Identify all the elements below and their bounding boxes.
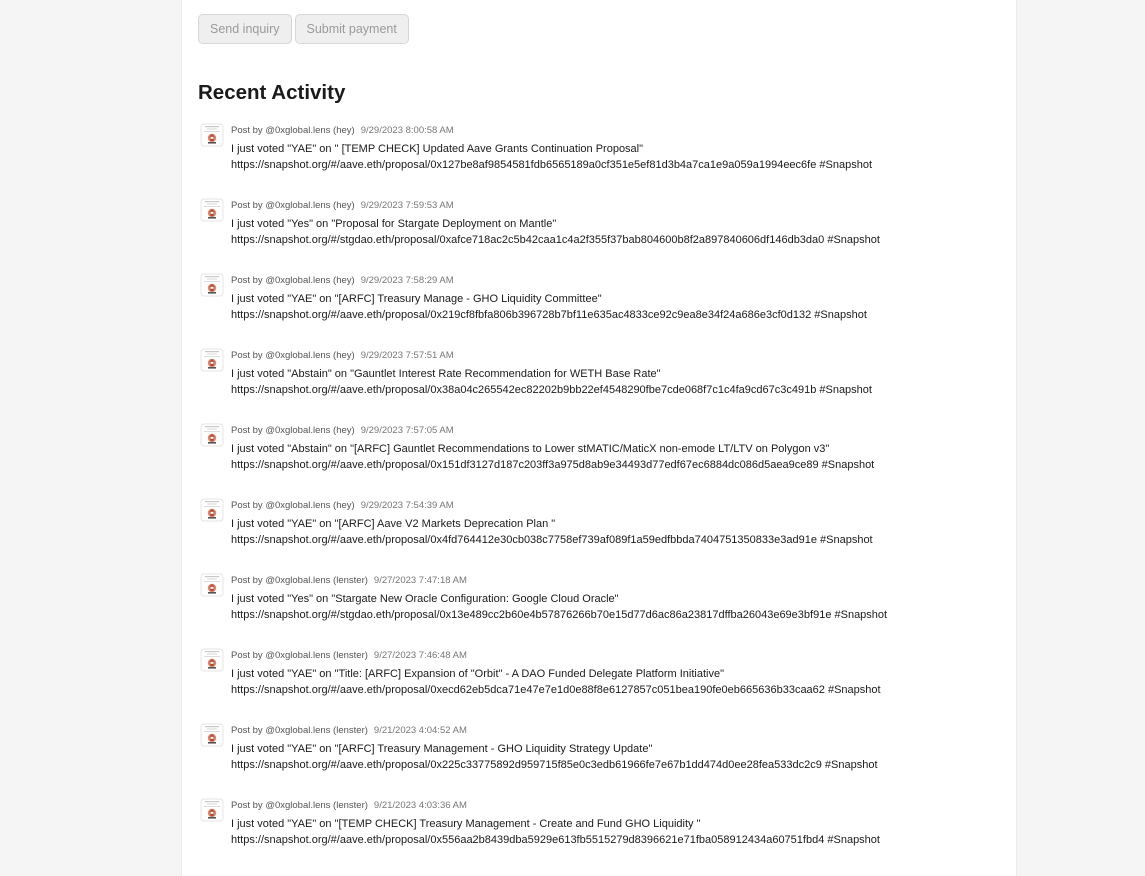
post-meta: Post by @0xglobal.lens (hey) 9/29/2023 7:…	[231, 275, 454, 286]
avatar-icon	[200, 273, 224, 297]
activity-item: Post by @0xglobal.lens (lenster) 9/21/202…	[198, 797, 998, 872]
activity-item: Post by @0xglobal.lens (hey) 9/29/2023 7:…	[198, 422, 998, 497]
post-timestamp: 9/27/2023 7:47:18 AM	[373, 575, 467, 586]
post-timestamp: 9/29/2023 7:57:51 AM	[360, 350, 454, 361]
post-text: I just voted "YAE" on "[ARFC] Aave V2 Ma…	[231, 518, 556, 530]
post-text: I just voted "YAE" on " [TEMP CHECK] Upd…	[231, 143, 644, 155]
post-link[interactable]: https://snapshot.org/#/aave.eth/proposal…	[231, 384, 872, 396]
post-timestamp: 9/29/2023 7:58:29 AM	[360, 275, 454, 286]
post-author[interactable]: Post by @0xglobal.lens (lenster)	[231, 650, 368, 661]
post-text: I just voted "Yes" on "Stargate New Orac…	[231, 593, 619, 605]
post-meta: Post by @0xglobal.lens (hey) 9/29/2023 8:…	[231, 125, 454, 136]
avatar-icon	[200, 723, 224, 747]
post-link[interactable]: https://snapshot.org/#/aave.eth/proposal…	[231, 459, 874, 471]
avatar-icon	[200, 573, 224, 597]
activity-item: Post by @0xglobal.lens (hey) 9/29/2023 7:…	[198, 497, 998, 572]
post-timestamp: 9/29/2023 7:57:05 AM	[360, 425, 454, 436]
activity-item: Post by @0xglobal.lens (hey) 9/29/2023 7:…	[198, 347, 998, 422]
main-panel: Send inquiry Submit payment Recent Activ…	[181, 0, 1017, 876]
post-link[interactable]: https://snapshot.org/#/aave.eth/proposal…	[231, 309, 867, 321]
activity-item: Post by @0xglobal.lens (lenster) 9/21/202…	[198, 722, 998, 797]
post-author[interactable]: Post by @0xglobal.lens (lenster)	[231, 800, 368, 811]
post-meta: Post by @0xglobal.lens (hey) 9/29/2023 7:…	[231, 500, 454, 511]
post-timestamp: 9/29/2023 7:59:53 AM	[360, 200, 454, 211]
post-text: I just voted "YAE" on "[ARFC] Treasury M…	[231, 743, 653, 755]
avatar-icon	[200, 798, 224, 822]
post-timestamp: 9/21/2023 4:03:36 AM	[373, 800, 467, 811]
post-author[interactable]: Post by @0xglobal.lens (lenster)	[231, 575, 368, 586]
activity-item: Post by @0xglobal.lens (hey) 9/29/2023 7:…	[198, 197, 998, 272]
activity-list: Post by @0xglobal.lens (hey) 9/29/2023 8:…	[198, 122, 998, 872]
avatar-icon	[200, 498, 224, 522]
post-text: I just voted "Yes" on "Proposal for Star…	[231, 218, 557, 230]
activity-item: Post by @0xglobal.lens (lenster) 9/27/202…	[198, 647, 998, 722]
activity-item: Post by @0xglobal.lens (hey) 9/29/2023 7:…	[198, 272, 998, 347]
post-meta: Post by @0xglobal.lens (lenster) 9/21/202…	[231, 725, 467, 736]
post-link[interactable]: https://snapshot.org/#/aave.eth/proposal…	[231, 159, 872, 171]
post-author[interactable]: Post by @0xglobal.lens (hey)	[231, 350, 355, 361]
post-link[interactable]: https://snapshot.org/#/stgdao.eth/propos…	[231, 609, 887, 621]
post-meta: Post by @0xglobal.lens (lenster) 9/27/202…	[231, 575, 467, 586]
post-author[interactable]: Post by @0xglobal.lens (hey)	[231, 275, 355, 286]
post-link[interactable]: https://snapshot.org/#/aave.eth/proposal…	[231, 834, 880, 846]
post-author[interactable]: Post by @0xglobal.lens (hey)	[231, 200, 355, 211]
post-timestamp: 9/21/2023 4:04:52 AM	[373, 725, 467, 736]
post-meta: Post by @0xglobal.lens (hey) 9/29/2023 7:…	[231, 350, 454, 361]
post-text: I just voted "YAE" on "Title: [ARFC] Exp…	[231, 668, 724, 680]
section-title: Recent Activity	[198, 81, 346, 104]
post-link[interactable]: https://snapshot.org/#/aave.eth/proposal…	[231, 759, 878, 771]
avatar-icon	[200, 423, 224, 447]
post-meta: Post by @0xglobal.lens (lenster) 9/27/202…	[231, 650, 467, 661]
activity-item: Post by @0xglobal.lens (hey) 9/29/2023 8:…	[198, 122, 998, 197]
send-inquiry-button[interactable]: Send inquiry	[198, 14, 292, 44]
post-text: I just voted "Abstain" on "[ARFC] Gauntl…	[231, 443, 830, 455]
post-author[interactable]: Post by @0xglobal.lens (hey)	[231, 125, 355, 136]
avatar-icon	[200, 123, 224, 147]
post-meta: Post by @0xglobal.lens (lenster) 9/21/202…	[231, 800, 467, 811]
post-timestamp: 9/29/2023 7:54:39 AM	[360, 500, 454, 511]
avatar-icon	[200, 348, 224, 372]
post-link[interactable]: https://snapshot.org/#/stgdao.eth/propos…	[231, 234, 880, 246]
post-link[interactable]: https://snapshot.org/#/aave.eth/proposal…	[231, 534, 873, 546]
post-author[interactable]: Post by @0xglobal.lens (lenster)	[231, 725, 368, 736]
post-link[interactable]: https://snapshot.org/#/aave.eth/proposal…	[231, 684, 881, 696]
post-meta: Post by @0xglobal.lens (hey) 9/29/2023 7:…	[231, 200, 454, 211]
post-text: I just voted "Abstain" on "Gauntlet Inte…	[231, 368, 661, 380]
post-author[interactable]: Post by @0xglobal.lens (hey)	[231, 500, 355, 511]
avatar-icon	[200, 198, 224, 222]
post-timestamp: 9/29/2023 8:00:58 AM	[360, 125, 454, 136]
action-buttons: Send inquiry Submit payment	[198, 14, 409, 44]
post-text: I just voted "YAE" on "[ARFC] Treasury M…	[231, 293, 602, 305]
avatar-icon	[200, 648, 224, 672]
post-author[interactable]: Post by @0xglobal.lens (hey)	[231, 425, 355, 436]
submit-payment-button[interactable]: Submit payment	[294, 14, 409, 44]
post-meta: Post by @0xglobal.lens (hey) 9/29/2023 7:…	[231, 425, 454, 436]
post-timestamp: 9/27/2023 7:46:48 AM	[373, 650, 467, 661]
post-text: I just voted "YAE" on "[TEMP CHECK] Trea…	[231, 818, 701, 830]
activity-item: Post by @0xglobal.lens (lenster) 9/27/202…	[198, 572, 998, 647]
